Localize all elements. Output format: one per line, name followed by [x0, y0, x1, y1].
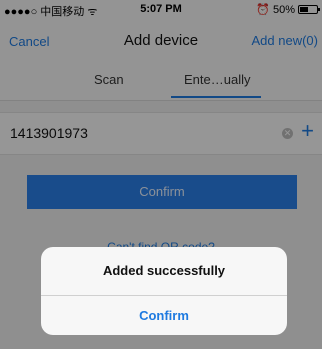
success-alert: Added successfully Confirm — [41, 247, 287, 335]
alert-title: Added successfully — [102, 263, 226, 278]
alert-confirm-button[interactable]: Confirm — [41, 296, 287, 335]
